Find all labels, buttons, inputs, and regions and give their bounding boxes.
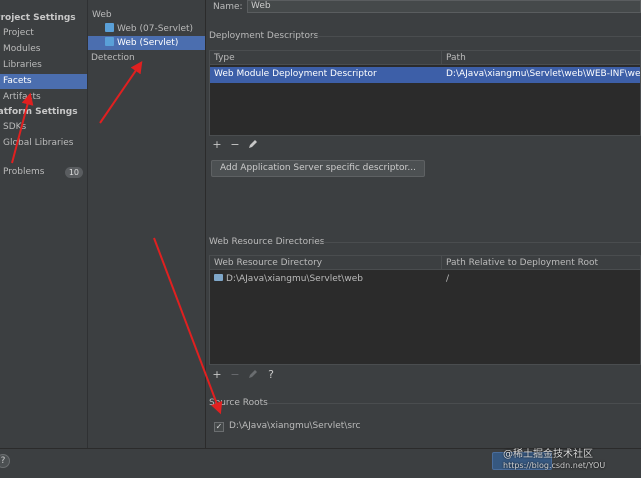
add-server-descriptor-button[interactable]: Add Application Server specific descript…: [211, 160, 425, 177]
name-label: Name:: [213, 2, 243, 12]
facet-item-web-07-servlet[interactable]: Web (07-Servlet): [105, 22, 193, 36]
sidebar-item-problems[interactable]: Problems 10: [0, 165, 87, 180]
column-header-path[interactable]: Path: [442, 51, 640, 65]
web-resource-directory-cell: D:\AJava\xiangmu\Servlet\web: [226, 274, 363, 284]
deployment-descriptors-table[interactable]: Type Path Web Module Deployment Descript…: [209, 50, 641, 136]
watermark: @稀土掘金技术社区 https://blog.csdn.net/YOU: [503, 449, 637, 471]
facet-item-label: Web (07-Servlet): [117, 24, 194, 34]
web-facet-icon: [105, 23, 114, 32]
remove-descriptor-button[interactable]: −: [229, 139, 241, 151]
table-row[interactable]: D:\AJava\xiangmu\Servlet\web: [210, 272, 442, 287]
watermark-line-2: https://blog.csdn.net/YOU: [503, 461, 606, 470]
facet-detection[interactable]: Detection: [91, 51, 135, 65]
edit-web-resource-button[interactable]: [247, 369, 259, 381]
column-header-relative-path[interactable]: Path Relative to Deployment Root: [442, 256, 640, 270]
web-resource-help-button[interactable]: ?: [265, 369, 277, 381]
descriptor-type-cell: Web Module Deployment Descriptor: [214, 69, 377, 79]
pencil-icon: [249, 140, 257, 148]
facet-tree: Web Web (07-Servlet) Web (Servlet) Detec…: [87, 0, 206, 448]
sidebar-item-libraries[interactable]: Libraries: [0, 58, 87, 73]
descriptor-path-cell: D:\AJava\xiangmu\Servlet\web\WEB-INF\web…: [446, 69, 641, 79]
problems-label: Problems: [3, 167, 45, 177]
source-root-path: D:\AJava\xiangmu\Servlet\src: [229, 421, 361, 431]
platform-settings-header: Platform Settings: [0, 107, 78, 117]
sidebar-item-global-libraries[interactable]: Global Libraries: [0, 136, 87, 151]
add-descriptor-button[interactable]: +: [211, 139, 223, 151]
facet-item-web-servlet[interactable]: Web (Servlet): [88, 36, 206, 50]
project-settings-header: Project Settings: [0, 13, 76, 23]
folder-icon: [214, 274, 223, 281]
section-divider: [268, 403, 641, 404]
web-resource-directories-table[interactable]: Web Resource Directory Path Relative to …: [209, 255, 641, 365]
settings-sidebar: Project Settings Project Modules Librari…: [0, 0, 87, 448]
section-divider: [318, 242, 641, 243]
sidebar-item-project[interactable]: Project: [0, 26, 87, 41]
facet-group-web[interactable]: Web: [92, 8, 112, 22]
add-web-resource-button[interactable]: +: [211, 369, 223, 381]
sidebar-item-sdks[interactable]: SDKs: [0, 120, 87, 135]
sidebar-item-artifacts[interactable]: Artifacts: [0, 90, 87, 105]
facet-name-input[interactable]: Web: [247, 0, 641, 13]
web-resource-directories-title: Web Resource Directories: [209, 237, 325, 247]
relative-path-cell: /: [446, 274, 450, 284]
source-root-checkbox[interactable]: ✓: [214, 422, 224, 432]
column-header-type[interactable]: Type: [210, 51, 442, 65]
deployment-descriptors-title: Deployment Descriptors: [209, 31, 319, 41]
edit-descriptor-button[interactable]: [247, 139, 259, 151]
section-divider: [310, 36, 641, 37]
watermark-line-1: @稀土掘金技术社区: [503, 449, 593, 460]
web-facet-icon: [105, 37, 114, 46]
facet-item-label: Web (Servlet): [117, 38, 179, 48]
pencil-icon: [249, 370, 257, 378]
sidebar-item-modules[interactable]: Modules: [0, 42, 87, 57]
column-header-web-resource-directory[interactable]: Web Resource Directory: [210, 256, 442, 270]
source-roots-title: Source Roots: [209, 398, 268, 408]
problems-count-badge: 10: [64, 167, 83, 178]
sidebar-item-facets[interactable]: Facets: [0, 74, 87, 89]
remove-web-resource-button[interactable]: −: [229, 369, 241, 381]
